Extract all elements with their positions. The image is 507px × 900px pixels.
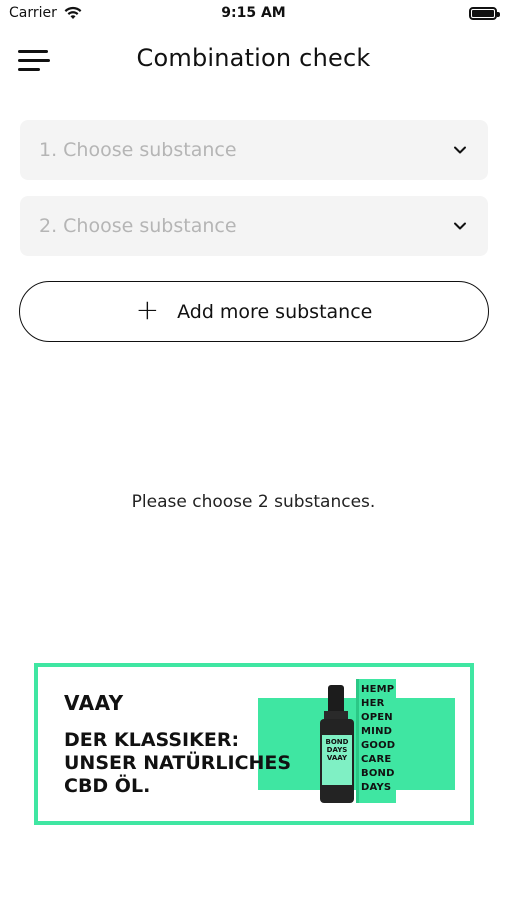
chevron-down-icon: [454, 222, 466, 230]
clock: 9:15 AM: [221, 5, 286, 21]
empty-state-hint: Please choose 2 substances.: [131, 492, 376, 512]
ad-headline-line: UNSER NATÜRLICHES: [64, 752, 292, 774]
ad-headline: DER KLASSIKER: UNSER NATÜRLICHES CBD ÖL.: [64, 729, 314, 798]
ad-banner[interactable]: VAAY DER KLASSIKER: UNSER NATÜRLICHES CB…: [34, 663, 474, 825]
product-bottle-image: BOND DAYS VAAY: [320, 685, 354, 803]
status-bar: Carrier 9:15 AM: [0, 0, 507, 30]
ad-brand: VAAY: [64, 691, 124, 715]
bottle-label: BOND DAYS VAAY: [322, 735, 352, 785]
product-box-image: HEMP HER OPEN MIND GOOD CARE BOND DAYS: [356, 679, 396, 803]
page-title: Combination check: [136, 44, 371, 72]
substance-select-1-placeholder: 1. Choose substance: [39, 139, 237, 161]
plus-icon: +: [135, 293, 160, 326]
app-header: Combination check: [0, 38, 507, 84]
battery-icon: [469, 7, 500, 20]
substance-select-1[interactable]: 1. Choose substance: [20, 120, 488, 180]
substance-select-2[interactable]: 2. Choose substance: [20, 196, 488, 256]
add-substance-label: Add more substance: [177, 300, 373, 323]
chevron-down-icon: [454, 146, 466, 154]
substance-select-2-placeholder: 2. Choose substance: [39, 215, 237, 237]
add-substance-button[interactable]: + Add more substance: [19, 281, 489, 342]
ad-headline-line: DER KLASSIKER:: [64, 729, 240, 751]
ad-headline-line: CBD ÖL.: [64, 775, 151, 797]
